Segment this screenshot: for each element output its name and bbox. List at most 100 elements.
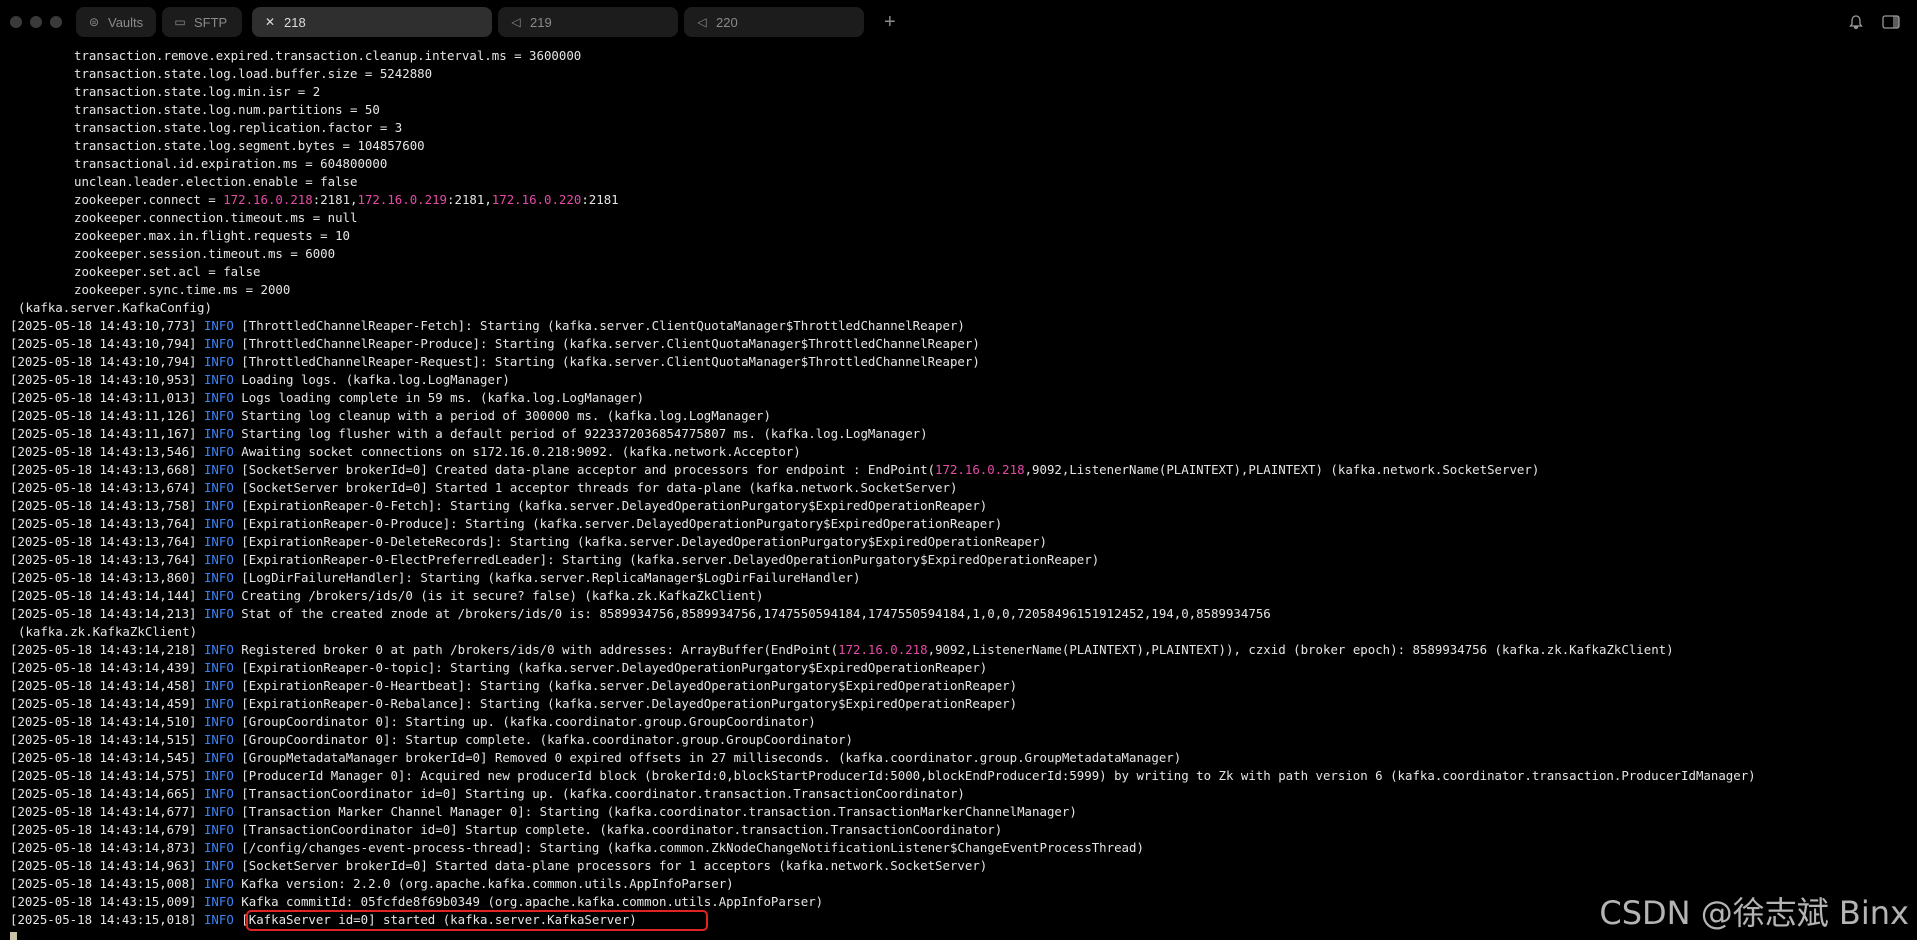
log-line: [2025-05-18 14:43:14,677] INFO [Transact… [0,803,1917,821]
tab-bar: ⊜ Vaults ▭ SFTP ✕ 218 ◁ 219 ◁ 220 + [0,0,1917,44]
log-timestamp: [2025-05-18 14:43:13,668] [10,462,197,477]
log-text: ,9092,ListenerName(PLAINTEXT),PLAINTEXT)… [1024,462,1540,477]
log-timestamp: [2025-05-18 14:43:13,764] [10,534,197,549]
log-text: [Transaction Marker Channel Manager 0]: … [241,804,1077,819]
log-line: [2025-05-18 14:43:14,665] INFO [Transact… [0,785,1917,803]
log-text: transaction.state.log.load.buffer.size =… [74,66,433,81]
log-timestamp: [2025-05-18 14:43:14,873] [10,840,197,855]
config-line: transaction.state.log.replication.factor… [0,119,1917,137]
log-text: [SocketServer brokerId=0] Created data-p… [241,462,936,477]
config-line: zookeeper.connection.timeout.ms = null [0,209,1917,227]
log-timestamp: [2025-05-18 14:43:14,144] [10,588,197,603]
log-level: INFO [203,768,234,783]
log-timestamp: [2025-05-18 14:43:13,758] [10,498,197,513]
ip-address: 172.16.0.218 [838,642,928,657]
log-timestamp: [2025-05-18 14:43:14,677] [10,804,197,819]
config-line: zookeeper.sync.time.ms = 2000 [0,281,1917,299]
log-line: [2025-05-18 14:43:13,546] INFO Awaiting … [0,443,1917,461]
log-line: [2025-05-18 14:43:13,674] INFO [SocketSe… [0,479,1917,497]
tab-220[interactable]: ◁ 220 [684,7,864,37]
log-timestamp: [2025-05-18 14:43:14,545] [10,750,197,765]
log-level: INFO [203,570,234,585]
log-line: [2025-05-18 14:43:14,873] INFO [/config/… [0,839,1917,857]
window-controls [10,16,62,28]
log-timestamp: [2025-05-18 14:43:13,764] [10,516,197,531]
log-timestamp: [2025-05-18 14:43:14,963] [10,858,197,873]
log-line: [2025-05-18 14:43:10,794] INFO [Throttle… [0,353,1917,371]
log-timestamp: [2025-05-18 14:43:11,013] [10,390,197,405]
log-line: [2025-05-18 14:43:13,668] INFO [SocketSe… [0,461,1917,479]
log-text: transaction.state.log.min.isr = 2 [74,84,321,99]
tab-sftp[interactable]: ▭ SFTP [162,7,242,37]
log-timestamp: [2025-05-18 14:43:15,018] [10,912,197,927]
log-text: [LogDirFailureHandler]: Starting (kafka.… [241,570,861,585]
log-text: [ExpirationReaper-0-Heartbeat]: Starting… [241,678,1018,693]
log-text: :2181 [581,192,619,207]
log-level: INFO [203,642,234,657]
log-line: [2025-05-18 14:43:11,013] INFO Logs load… [0,389,1917,407]
log-text: [ExpirationReaper-0-Produce]: Starting (… [241,516,1003,531]
config-line: zookeeper.set.acl = false [0,263,1917,281]
tab-218[interactable]: ✕ 218 [252,7,492,37]
bell-icon[interactable] [1848,0,1864,44]
log-text: zookeeper.session.timeout.ms = 6000 [74,246,336,261]
tab-219[interactable]: ◁ 219 [498,7,678,37]
log-line: [2025-05-18 14:43:14,679] INFO [Transact… [0,821,1917,839]
log-level: INFO [203,390,234,405]
log-text: [ProducerId Manager 0]: Acquired new pro… [241,768,1756,783]
terminal-output[interactable]: transaction.remove.expired.transaction.c… [0,47,1917,937]
log-text: [ExpirationReaper-0-Fetch]: Starting (ka… [241,498,988,513]
log-text: transactional.id.expiration.ms = 6048000… [74,156,388,171]
log-timestamp: [2025-05-18 14:43:10,794] [10,336,197,351]
log-line: [2025-05-18 14:43:14,963] INFO [SocketSe… [0,857,1917,875]
config-line: transactional.id.expiration.ms = 6048000… [0,155,1917,173]
minimize-window-button[interactable] [30,16,42,28]
sidebar-icon[interactable] [1882,0,1900,44]
log-text: [SocketServer brokerId=0] Started 1 acce… [241,480,958,495]
log-line: [2025-05-18 14:43:13,860] INFO [LogDirFa… [0,569,1917,587]
log-level: INFO [203,498,234,513]
log-text: Starting log cleanup with a period of 30… [241,408,771,423]
log-text: Logs loading complete in 59 ms. (kafka.l… [241,390,645,405]
log-timestamp: [2025-05-18 14:43:14,510] [10,714,197,729]
log-level: INFO [203,354,234,369]
log-level: INFO [203,804,234,819]
plus-icon[interactable]: + [884,11,896,34]
log-timestamp: [2025-05-18 14:43:11,167] [10,426,197,441]
log-line: [2025-05-18 14:43:10,794] INFO [Throttle… [0,335,1917,353]
config-line: unclean.leader.election.enable = false [0,173,1917,191]
config-line: transaction.state.log.num.partitions = 5… [0,101,1917,119]
log-level: INFO [203,858,234,873]
close-window-button[interactable] [10,16,22,28]
log-timestamp: [2025-05-18 14:43:14,575] [10,768,197,783]
terminal-icon: ◁ [697,15,707,29]
tab-vaults[interactable]: ⊜ Vaults [76,7,156,37]
log-timestamp: [2025-05-18 14:43:14,213] [10,606,197,621]
log-timestamp: [2025-05-18 14:43:15,008] [10,876,197,891]
config-line: transaction.state.log.load.buffer.size =… [0,65,1917,83]
maximize-window-button[interactable] [50,16,62,28]
log-timestamp: [2025-05-18 14:43:14,459] [10,696,197,711]
log-text: :2181, [312,192,358,207]
log-level: INFO [203,912,234,927]
log-level: INFO [203,426,234,441]
log-text: transaction.state.log.segment.bytes = 10… [74,138,425,153]
close-icon[interactable]: ✕ [264,15,276,29]
log-text: transaction.state.log.replication.factor… [74,120,403,135]
tab-label: Vaults [108,14,144,30]
tab-label: 219 [530,14,552,30]
log-line: [2025-05-18 14:43:14,545] INFO [GroupMet… [0,749,1917,767]
log-timestamp: [2025-05-18 14:43:13,674] [10,480,197,495]
log-level: INFO [203,480,234,495]
log-timestamp: [2025-05-18 14:43:10,794] [10,354,197,369]
log-text: transaction.remove.expired.transaction.c… [74,48,582,63]
log-level: INFO [203,696,234,711]
log-text: [GroupCoordinator 0]: Starting up. (kafk… [241,714,816,729]
log-line: [2025-05-18 14:43:14,575] INFO [Producer… [0,767,1917,785]
log-timestamp: [2025-05-18 14:43:14,439] [10,660,197,675]
log-line: [2025-05-18 14:43:14,515] INFO [GroupCoo… [0,731,1917,749]
log-text: [ExpirationReaper-0-Rebalance]: Starting… [241,696,1018,711]
log-line: [2025-05-18 14:43:11,167] INFO Starting … [0,425,1917,443]
log-line: [2025-05-18 14:43:14,439] INFO [Expirati… [0,659,1917,677]
log-level: INFO [203,840,234,855]
